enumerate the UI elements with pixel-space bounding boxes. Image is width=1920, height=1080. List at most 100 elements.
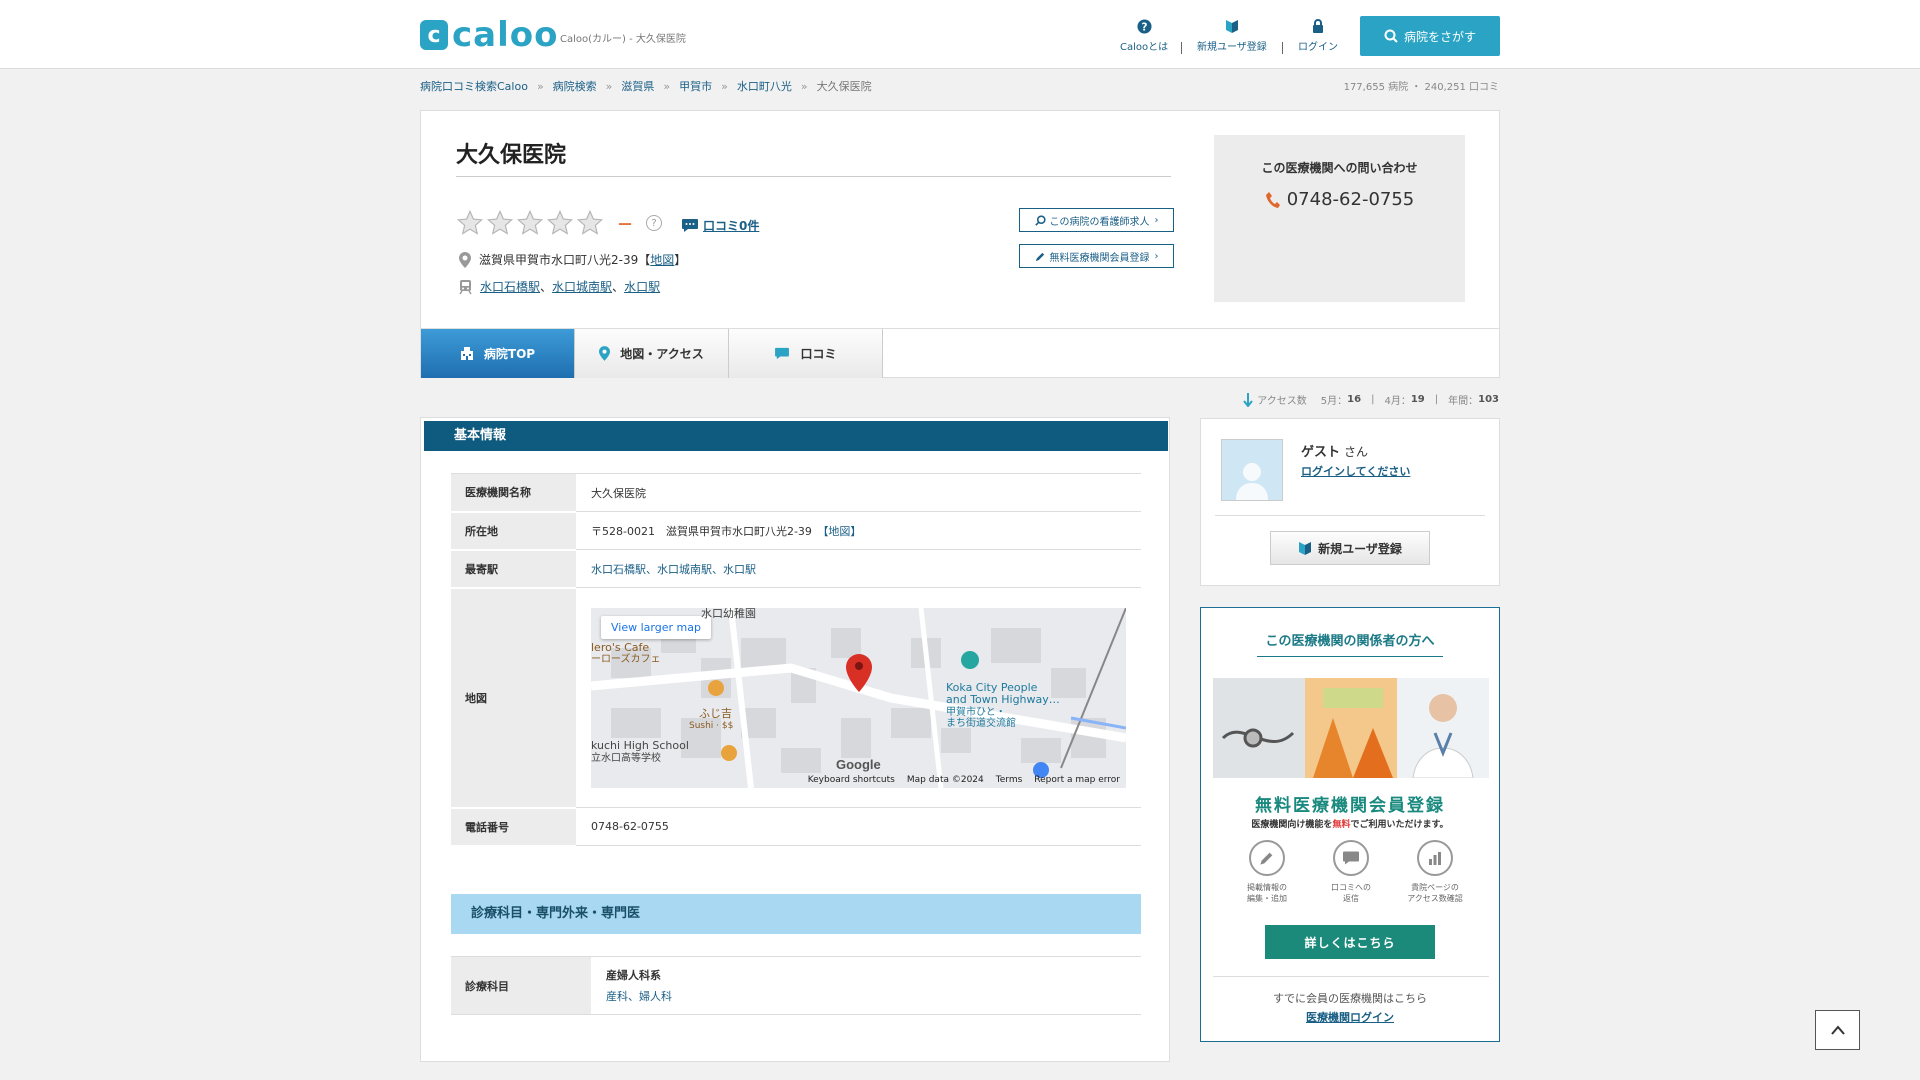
train-icon [459, 279, 472, 294]
tab-map-access[interactable]: 地図・アクセス [575, 329, 729, 378]
address-line: 滋賀県甲賀市水口町八光2-39 【地図】 [459, 251, 686, 268]
basic-info-title: 基本情報 [424, 421, 1168, 451]
station-link[interactable]: 水口石橋駅 [480, 278, 540, 295]
map-label: and Town Highway… [946, 692, 1060, 706]
departments-cell: 産婦人科系 産科、婦人科 [591, 956, 1141, 1015]
department-items[interactable]: 産科、婦人科 [606, 988, 1141, 1004]
breadcrumb-link[interactable]: 水口町八光 [737, 80, 792, 93]
site-counts: 177,655 病院 ・ 240,251 口コミ [1343, 82, 1499, 93]
station-link[interactable]: 水口駅 [624, 278, 660, 295]
nav-about[interactable]: ? Calooとは [1120, 18, 1168, 53]
star-icon [456, 209, 484, 235]
speech-bubble-icon [682, 219, 698, 232]
arrow-down-icon [1243, 392, 1254, 407]
breadcrumb-separator: » [663, 80, 671, 93]
station-link[interactable]: 水口城南駅 [552, 278, 612, 295]
feature-access-line1: 貴院ページの [1411, 883, 1459, 892]
station-separator: 、 [540, 280, 553, 294]
nav-register[interactable]: 新規ユーザ登録 [1197, 18, 1267, 53]
guest-name-text: ゲスト [1301, 445, 1341, 460]
feature-reply-line2: 返信 [1343, 894, 1359, 903]
facility-promo-box: この医療機関の関係者の方へ 無料医療機関会員登録 医療機関向け機能を無料でご利用… [1200, 607, 1500, 1042]
review-count-link[interactable]: 口コミ0件 [681, 217, 759, 234]
department-group: 産婦人科系 [606, 969, 661, 982]
feature-edit-line1: 掲載情報の [1247, 883, 1287, 892]
tab-reviews[interactable]: 口コミ [729, 329, 883, 378]
star-icon [486, 209, 514, 235]
tab-reviews-label: 口コミ [800, 347, 837, 361]
station-links[interactable]: 水口石橋駅、水口城南駅、水口駅 [591, 563, 756, 576]
phone-value: 0748-62-0755 [576, 807, 1141, 846]
search-hospital-button[interactable]: 病院をさがす [1360, 16, 1500, 56]
access-separator: | [1371, 394, 1375, 405]
nurse-jobs-button[interactable]: この病院の看護師求人 › [1019, 208, 1174, 232]
feature-access: 貴院ページの アクセス数確認 [1399, 840, 1471, 904]
map-terms-link[interactable]: Terms [996, 775, 1023, 785]
row-label: 電話番号 [451, 807, 576, 847]
new-user-register-button[interactable]: 新規ユーザ登録 [1270, 531, 1430, 565]
contact-box: この医療機関への問い合わせ 0748-62-0755 [1214, 135, 1465, 302]
station-line: 水口石橋駅、水口城南駅、水口駅 [459, 278, 660, 295]
promo-photo [1213, 678, 1489, 778]
access-label: アクセス数 [1257, 396, 1307, 407]
map-report-error[interactable]: Report a map error [1034, 775, 1120, 785]
access-apr-label: 4月： [1384, 396, 1411, 407]
station-cell: 水口石橋駅、水口城南駅、水口駅 [576, 549, 1141, 588]
breadcrumb-separator: » [536, 80, 544, 93]
feature-edit: 掲載情報の 編集・追加 [1231, 840, 1303, 904]
promo-features: 掲載情報の 編集・追加 口コミへの 返信 貴院ページの アクセス数確認 [1231, 840, 1471, 904]
facility-login-link[interactable]: 医療機関ログイン [1201, 1009, 1499, 1025]
free-member-register-label: 無料医療機関会員登録 [1049, 252, 1150, 264]
rating-value: － [617, 215, 634, 234]
breadcrumb: 病院口コミ検索Caloo » 病院検索 » 滋賀県 » 甲賀市 » 水口町八光 » 大久保医院 [420, 78, 872, 94]
star-icon [516, 209, 544, 235]
promo-headline: 無料医療機関会員登録 [1255, 796, 1445, 816]
logo-mark: c [420, 20, 448, 50]
breadcrumb-link[interactable]: 甲賀市 [679, 80, 712, 93]
pencil-icon [1249, 840, 1285, 876]
guest-login-link[interactable]: ログインしてください [1301, 463, 1410, 479]
tab-hospital-top[interactable]: 病院TOP [421, 329, 575, 378]
guest-suffix: さん [1344, 445, 1369, 459]
table-row: 電話番号 0748-62-0755 [451, 807, 1141, 847]
beginner-leaf-icon [1299, 542, 1312, 555]
breadcrumb-separator: » [605, 80, 613, 93]
view-larger-map-button[interactable]: View larger map [601, 615, 711, 639]
breadcrumb-link[interactable]: 病院口コミ検索Caloo [420, 80, 528, 93]
promo-image [1213, 678, 1489, 778]
map-keyboard-shortcuts[interactable]: Keyboard shortcuts [808, 775, 895, 785]
help-circle-icon: ? [1136, 18, 1152, 34]
rating-help-icon[interactable]: ? [646, 215, 662, 231]
promo-subtext-pre: 医療機関向け機能を [1251, 820, 1333, 830]
address-map-link[interactable]: 地図 [650, 251, 674, 268]
hospital-icon [460, 347, 473, 360]
star-icon [546, 209, 574, 235]
promo-details-button[interactable]: 詳しくはこちら [1265, 925, 1435, 959]
nav-login[interactable]: ログイン [1298, 18, 1338, 53]
contact-phone-number: 0748-62-0755 [1286, 189, 1415, 210]
google-map[interactable]: View larger map 水口幼稚園 lero's Cafe ーローズカフ… [591, 607, 1126, 788]
site-header: c caloo Caloo(カルー) - 大久保医院 ? Calooとは 新規ユ… [0, 0, 1920, 69]
table-row: 医療機関名称 大久保医院 [451, 473, 1141, 513]
caloo-logo[interactable]: c caloo [420, 18, 558, 52]
breadcrumb-separator: » [721, 80, 728, 93]
breadcrumb-link[interactable]: 病院検索 [553, 80, 597, 93]
free-member-register-button[interactable]: 無料医療機関会員登録 › [1019, 244, 1174, 268]
divider [1215, 515, 1485, 516]
new-user-register-label: 新規ユーザ登録 [1318, 541, 1402, 556]
table-row: 診療科目 産婦人科系 産科、婦人科 [451, 956, 1141, 1015]
access-may-value: 16 [1347, 394, 1362, 405]
beginner-leaf-icon [1224, 18, 1240, 34]
divider [1213, 976, 1489, 977]
map-label: 水口幼稚園 [701, 607, 756, 620]
breadcrumb-link[interactable]: 滋賀県 [621, 80, 654, 93]
review-count-label: 口コミ0件 [703, 219, 760, 233]
feature-reply-line1: 口コミへの [1331, 883, 1371, 892]
address-map-link[interactable]: 【地図】 [823, 525, 862, 538]
nurse-jobs-label: この病院の看護師求人 [1049, 216, 1150, 228]
contact-phone[interactable]: 0748-62-0755 [1214, 189, 1465, 210]
back-to-top-button[interactable] [1815, 1010, 1860, 1050]
tab-hospital-top-label: 病院TOP [483, 347, 536, 361]
address-cell: 〒528-0021 滋賀県甲賀市水口町八光2-39 【地図】 [576, 511, 1141, 550]
bracket: 【 [638, 253, 651, 267]
